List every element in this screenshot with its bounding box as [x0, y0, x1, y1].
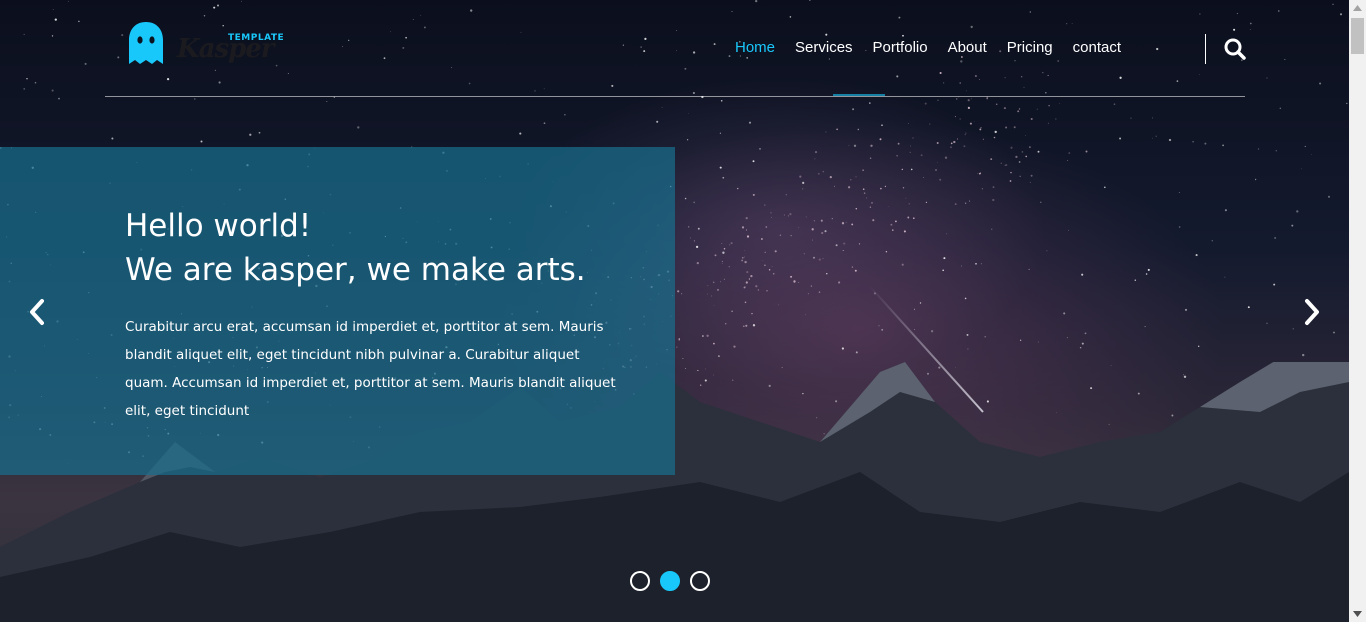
chevron-left-icon[interactable]: [25, 297, 49, 327]
nav-active-indicator: [833, 94, 885, 96]
chevron-right-icon[interactable]: [1300, 297, 1324, 327]
nav-about[interactable]: About: [938, 38, 997, 58]
hero-paragraph: Curabitur arcu erat, accumsan id imperdi…: [125, 319, 616, 419]
slider-bullets: [630, 571, 710, 591]
nav-home[interactable]: Home: [725, 38, 785, 58]
nav-pricing[interactable]: Pricing: [997, 38, 1063, 58]
slider-bullet-2[interactable]: [660, 571, 680, 591]
logo-tagline: TEMPLATE: [228, 33, 285, 43]
nav-portfolio[interactable]: Portfolio: [863, 38, 938, 58]
ghost-logo-icon: [129, 22, 163, 64]
scroll-up-icon[interactable]: [1349, 0, 1366, 17]
scroll-down-icon[interactable]: [1349, 605, 1366, 622]
hero-caption-panel: Hello world! We are kasper, we make arts…: [0, 147, 675, 475]
nav-contact[interactable]: contact: [1063, 38, 1131, 58]
hero-subtitle: We are kasper, we make arts.: [125, 252, 586, 288]
hero-title: Hello world!: [125, 208, 312, 244]
site-header: Kasper TEMPLATE Home Services Portfolio …: [105, 0, 1247, 97]
main-nav: Home Services Portfolio About Pricing co…: [725, 38, 1131, 58]
nav-divider: [1205, 34, 1206, 64]
scrollbar-thumb[interactable]: [1351, 18, 1364, 54]
search-icon[interactable]: [1223, 37, 1247, 61]
nav-services[interactable]: Services: [785, 38, 863, 58]
vertical-scrollbar[interactable]: [1349, 0, 1366, 622]
slider-bullet-1[interactable]: [630, 571, 650, 591]
slider-bullet-3[interactable]: [690, 571, 710, 591]
logo[interactable]: Kasper TEMPLATE: [127, 20, 287, 72]
